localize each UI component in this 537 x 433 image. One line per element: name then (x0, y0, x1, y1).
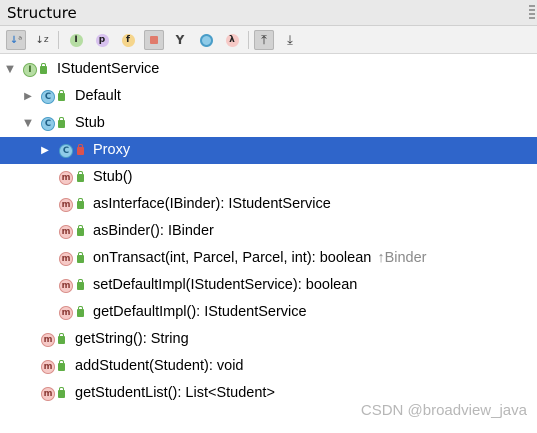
public-lock-icon (77, 171, 84, 182)
abstract-method-icon: m (41, 387, 55, 401)
abstract-method-icon: m (41, 333, 55, 347)
public-lock-icon (77, 225, 84, 236)
public-lock-icon (77, 252, 84, 263)
panel-header: Structure (0, 0, 537, 26)
tree-node-getstring[interactable]: m getString(): String (0, 326, 537, 353)
public-lock-icon (77, 198, 84, 209)
public-lock-icon (77, 279, 84, 290)
collapse-all-icon[interactable]: ⤓ (280, 30, 300, 50)
tree-node-asbinder[interactable]: m asBinder(): IBinder (0, 218, 537, 245)
public-lock-icon (58, 360, 65, 371)
static-method-icon: m (59, 198, 73, 212)
public-lock-icon (77, 306, 84, 317)
tree-node-default[interactable]: ▶ C Default (0, 83, 537, 110)
public-lock-icon (58, 333, 65, 344)
method-icon: m (59, 252, 73, 266)
chevron-right-icon[interactable]: ▶ (39, 143, 51, 157)
sort-alphabetically-icon[interactable]: ↓ z (32, 30, 52, 50)
node-label: asInterface(IBinder): IStudentService (93, 196, 331, 212)
public-lock-icon (58, 387, 65, 398)
class-icon: C (41, 90, 55, 104)
method-icon: m (59, 225, 73, 239)
tree-node-istudentservice[interactable]: ▼ I IStudentService (0, 56, 537, 83)
node-label: getDefaultImpl(): IStudentService (93, 304, 307, 320)
tree-node-stub[interactable]: ▼ C Stub (0, 110, 537, 137)
tree-node-asinterface[interactable]: m asInterface(IBinder): IStudentService (0, 191, 537, 218)
node-label: Stub (75, 115, 105, 131)
panel-title: Structure (7, 4, 77, 22)
tree-node-proxy[interactable]: ▶ C Proxy (0, 137, 537, 164)
chevron-right-icon[interactable]: ▶ (22, 89, 34, 103)
node-label: onTransact(int, Parcel, Parcel, int): bo… (93, 250, 427, 266)
toolbar-separator (58, 31, 59, 49)
private-lock-icon (77, 144, 84, 155)
public-lock-icon (58, 117, 65, 128)
show-anonymous-classes-icon[interactable]: Y (170, 30, 190, 50)
inherited-from: ↑Binder (377, 250, 427, 266)
abstract-class-icon: C (41, 117, 55, 131)
show-non-public-icon[interactable] (144, 30, 164, 50)
tree-node-stub-constructor[interactable]: m Stub() (0, 164, 537, 191)
node-label: IStudentService (57, 61, 160, 77)
node-label: addStudent(Student): void (75, 358, 244, 374)
toolbar-separator (248, 31, 249, 49)
node-label: Proxy (93, 142, 131, 158)
structure-toolbar: ↓ ᵃ ↓ z I p f Y λ ⤒ ⤓ (0, 26, 537, 54)
static-method-icon: m (59, 306, 73, 320)
expand-all-icon[interactable]: ⤒ (254, 30, 274, 50)
node-label: asBinder(): IBinder (93, 223, 214, 239)
show-lambdas-icon[interactable] (196, 30, 216, 50)
method-signature: onTransact(int, Parcel, Parcel, int): bo… (93, 250, 372, 266)
chevron-down-icon[interactable]: ▼ (4, 62, 16, 76)
tree-node-getdefaultimpl[interactable]: m getDefaultImpl(): IStudentService (0, 299, 537, 326)
tree-node-ontransact[interactable]: m onTransact(int, Parcel, Parcel, int): … (0, 245, 537, 272)
public-lock-icon (58, 90, 65, 101)
static-method-icon: m (59, 279, 73, 293)
show-inherited-icon[interactable]: I (66, 30, 86, 50)
node-label: getStudentList(): List<Student> (75, 385, 275, 401)
node-label: Default (75, 88, 121, 104)
public-lock-icon (40, 63, 47, 74)
panel-options-icon[interactable] (529, 5, 535, 21)
node-label: getString(): String (75, 331, 189, 347)
sort-by-visibility-icon[interactable]: ↓ ᵃ (6, 30, 26, 50)
method-icon: m (59, 171, 73, 185)
node-label: setDefaultImpl(IStudentService): boolean (93, 277, 358, 293)
tree-node-setdefaultimpl[interactable]: m setDefaultImpl(IStudentService): boole… (0, 272, 537, 299)
abstract-method-icon: m (41, 360, 55, 374)
node-label: Stub() (93, 169, 133, 185)
tree-node-addstudent[interactable]: m addStudent(Student): void (0, 353, 537, 380)
show-properties-icon[interactable]: p (92, 30, 112, 50)
show-lambda-icon[interactable]: λ (222, 30, 242, 50)
show-fields-icon[interactable]: f (118, 30, 138, 50)
watermark: CSDN @broadview_java (360, 402, 527, 419)
interface-icon: I (23, 63, 37, 77)
class-icon: C (59, 144, 73, 158)
chevron-down-icon[interactable]: ▼ (22, 116, 34, 130)
